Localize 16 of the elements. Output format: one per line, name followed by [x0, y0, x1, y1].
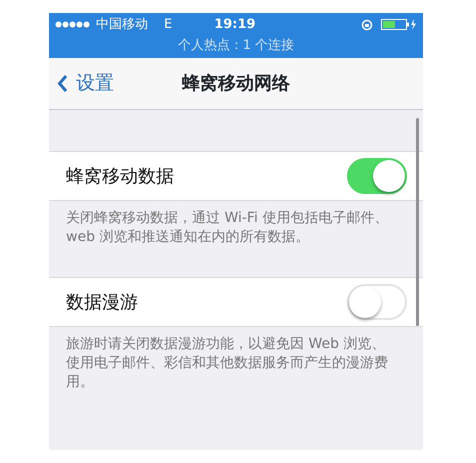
screen-title: 蜂窝移动网络 — [182, 72, 290, 96]
toggle-switch[interactable] — [347, 284, 407, 320]
setting-description: 旅游时请关闭数据漫游功能，以避免因 Web 浏览、使用电子邮件、彩信和其他数据服务而产生的漫游费用。 — [65, 335, 389, 392]
setting-description: 关闭蜂窝移动数据，通过 Wi-Fi 使用包括电子邮件、web 浏览和推送通知在内的所有数据。 — [65, 209, 390, 247]
chevron-left-icon — [57, 74, 68, 93]
clock-time: 19:19 — [214, 16, 256, 34]
setting-label: 数据漫游 — [66, 290, 138, 314]
hotspot-banner[interactable]: 个人热点：1 个连接 — [49, 36, 423, 56]
toggle-switch[interactable] — [347, 158, 407, 194]
network-type: E — [164, 16, 172, 34]
back-button[interactable]: 设置 — [49, 69, 114, 98]
rotation-lock-icon — [361, 18, 373, 30]
carrier-name: 中国移动 — [96, 16, 148, 34]
signal-icon — [55, 21, 92, 28]
setting-label: 蜂窝移动数据 — [66, 164, 174, 188]
battery-charging-icon — [381, 19, 417, 30]
